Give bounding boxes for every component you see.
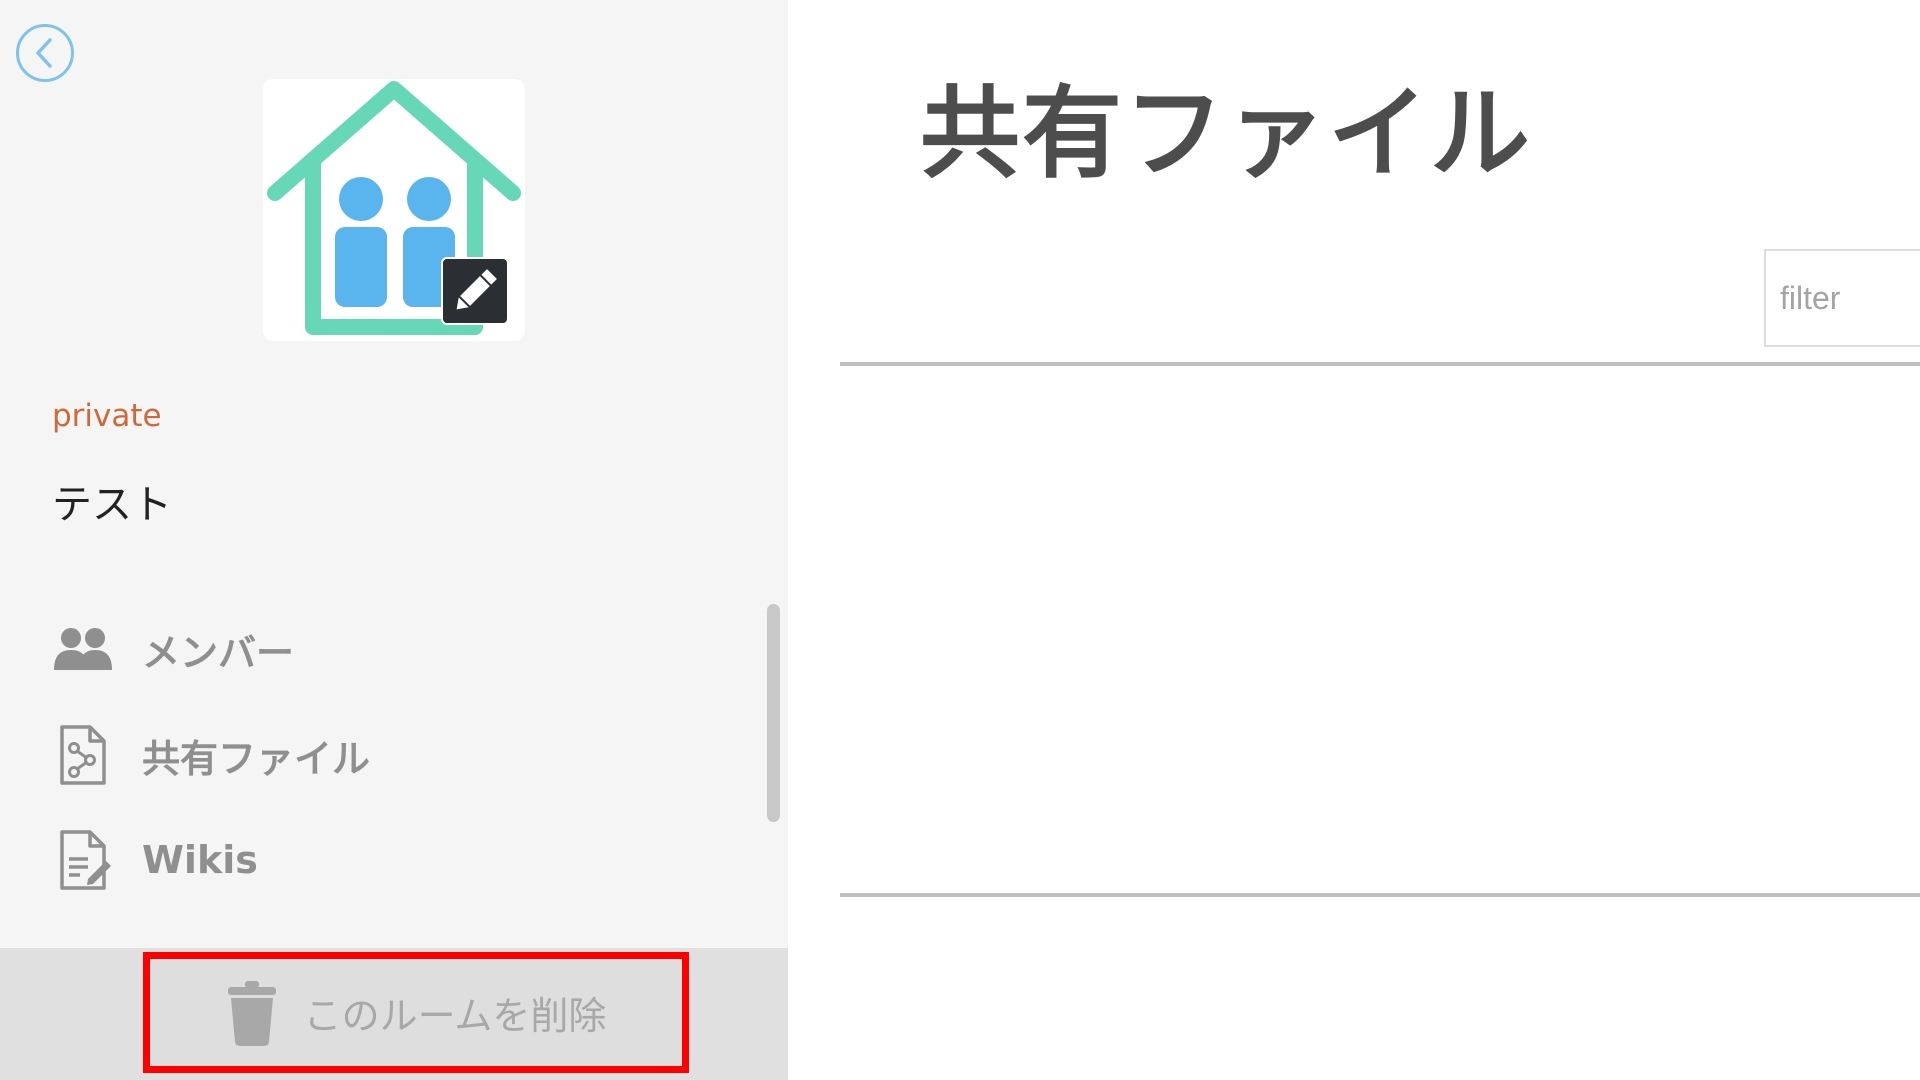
room-visibility: private (52, 398, 162, 434)
sidebar-scrollbar[interactable] (767, 604, 780, 822)
nav-item-wikis[interactable]: Wikis (52, 825, 258, 895)
edit-avatar-button[interactable] (441, 257, 509, 325)
nav-item-label: メンバー (142, 630, 295, 675)
shared-file-icon (52, 724, 114, 786)
room-name: テスト (52, 482, 172, 528)
page-title: 共有ファイル (920, 75, 1532, 192)
back-button[interactable] (16, 24, 74, 82)
nav-item-shared-files[interactable]: 共有ファイル (52, 720, 370, 790)
users-icon (52, 618, 114, 680)
room-avatar (263, 79, 525, 341)
list-divider-bottom (840, 893, 1920, 897)
list-divider-top (840, 362, 1920, 366)
document-edit-icon (52, 829, 114, 891)
delete-room-label: このルームを削除 (303, 994, 607, 1038)
chevron-left-icon (36, 38, 52, 68)
nav-item-label: 共有ファイル (142, 736, 371, 781)
nav-item-members[interactable]: メンバー (52, 614, 294, 684)
trash-icon (226, 979, 278, 1047)
pencil-icon (456, 269, 497, 310)
app-window: private テスト メンバー 共有ファイル Wikis このルームを削除 共… (0, 0, 1920, 1080)
delete-room-button[interactable]: このルームを削除 (143, 952, 689, 1073)
filter-input[interactable] (1764, 249, 1920, 347)
main-content: 共有ファイル (788, 0, 1920, 1080)
sidebar: private テスト メンバー 共有ファイル Wikis このルームを削除 (0, 0, 788, 1080)
nav-item-label: Wikis (142, 838, 258, 882)
